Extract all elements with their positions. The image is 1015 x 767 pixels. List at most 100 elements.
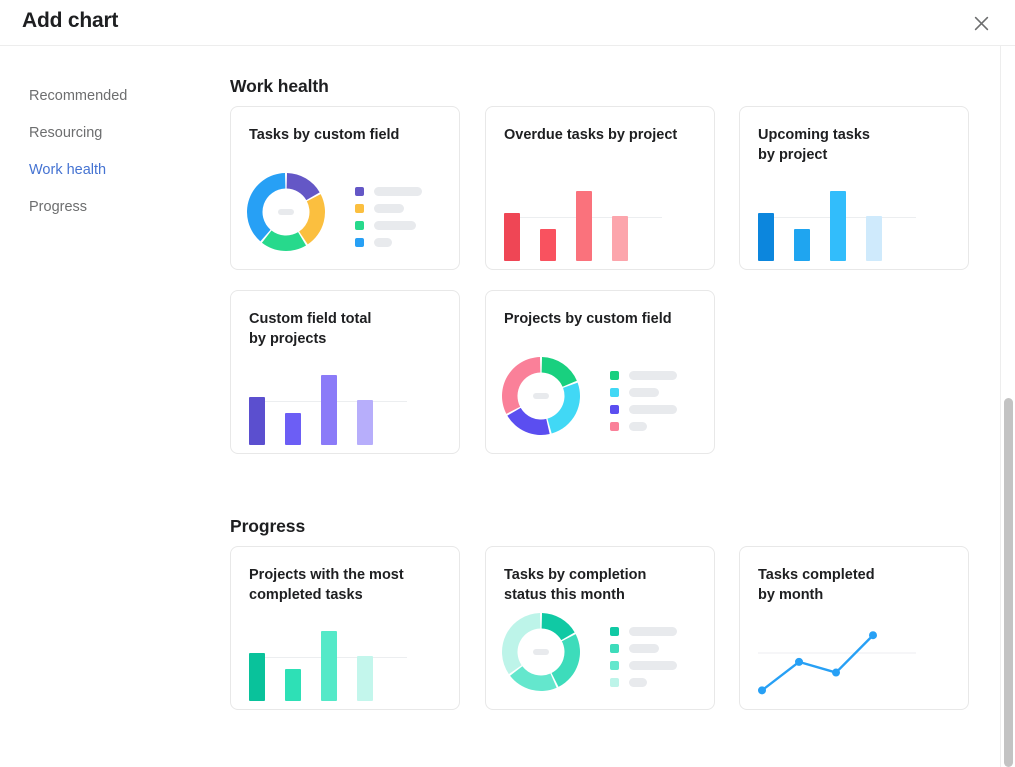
bar-chart	[231, 605, 461, 711]
chart-gallery: Work health Progress Tasks by custom fie…	[210, 46, 997, 767]
bar	[249, 653, 265, 701]
chart-card-projects-by-custom-field[interactable]: Projects by custom field	[485, 290, 715, 454]
legend-item	[610, 678, 677, 687]
chart-legend	[610, 627, 677, 695]
legend-item	[355, 204, 422, 213]
close-button[interactable]	[969, 11, 993, 35]
legend-swatch	[355, 221, 364, 230]
bar	[758, 213, 774, 261]
line-chart	[758, 631, 916, 695]
chart-card-tasks-by-custom-field[interactable]: Tasks by custom field	[230, 106, 460, 270]
legend-swatch	[355, 238, 364, 247]
legend-label-placeholder	[629, 405, 677, 414]
legend-item	[355, 221, 422, 230]
chart-preview	[486, 165, 716, 271]
chart-preview	[740, 605, 970, 711]
bar-chart	[486, 165, 716, 271]
legend-label-placeholder	[629, 388, 659, 397]
chart-preview	[231, 165, 461, 271]
bar	[321, 631, 337, 701]
chart-preview	[740, 165, 970, 271]
legend-label-placeholder	[629, 678, 647, 687]
legend-label-placeholder	[374, 187, 422, 196]
sidebar: Recommended Resourcing Work health Progress	[0, 46, 210, 226]
bar	[321, 375, 337, 445]
legend-swatch	[610, 644, 619, 653]
legend-swatch	[355, 204, 364, 213]
chart-card-title: Custom field total by projects	[249, 311, 372, 347]
bar	[285, 413, 301, 445]
add-chart-dialog: Add chart Recommended Resourcing Work heal…	[0, 0, 1015, 767]
sidebar-item-recommended[interactable]: Recommended	[0, 78, 210, 115]
legend-item	[610, 661, 677, 670]
legend-item	[355, 238, 422, 247]
chart-card-title: Projects by custom field	[504, 311, 672, 327]
bar-chart	[740, 165, 970, 271]
bar	[576, 191, 592, 261]
bar	[830, 191, 846, 261]
legend-item	[610, 405, 677, 414]
chart-card-title: Upcoming tasks by project	[758, 127, 870, 163]
legend-label-placeholder	[629, 644, 659, 653]
dialog-header: Add chart	[0, 0, 1015, 46]
bar	[357, 656, 373, 701]
legend-label-placeholder	[374, 204, 404, 213]
bar	[612, 216, 628, 261]
chart-card-title: Tasks completed by month	[758, 567, 875, 603]
legend-swatch	[610, 405, 619, 414]
legend-swatch	[610, 422, 619, 431]
chart-card-title: Tasks by custom field	[249, 127, 400, 143]
sidebar-item-progress[interactable]: Progress	[0, 189, 210, 226]
bar	[866, 216, 882, 261]
chart-card-title: Tasks by completion status this month	[504, 567, 647, 603]
chart-preview	[486, 605, 716, 711]
legend-swatch	[610, 678, 619, 687]
legend-item	[610, 644, 677, 653]
legend-item	[610, 422, 677, 431]
bar-chart	[231, 349, 461, 455]
bar	[794, 229, 810, 261]
legend-label-placeholder	[374, 238, 392, 247]
bar	[249, 397, 265, 445]
legend-swatch	[610, 371, 619, 380]
section-heading-progress: Progress	[230, 516, 306, 536]
chart-card-custom-field-total-by-projects[interactable]: Custom field total by projects	[230, 290, 460, 454]
legend-label-placeholder	[629, 661, 677, 670]
legend-swatch	[355, 187, 364, 196]
legend-swatch	[610, 661, 619, 670]
legend-item	[610, 371, 677, 380]
chart-legend	[355, 187, 422, 255]
legend-item	[610, 388, 677, 397]
legend-item	[355, 187, 422, 196]
scrollbar-track[interactable]	[1000, 46, 1015, 767]
sidebar-item-resourcing[interactable]: Resourcing	[0, 115, 210, 152]
legend-swatch	[610, 388, 619, 397]
donut-chart	[500, 355, 582, 442]
donut-chart	[245, 171, 327, 258]
bar	[540, 229, 556, 261]
chart-preview	[231, 605, 461, 711]
chart-card-title: Overdue tasks by project	[504, 127, 678, 143]
legend-label-placeholder	[629, 422, 647, 431]
close-icon	[974, 16, 989, 31]
chart-card-tasks-completed-by-month[interactable]: Tasks completed by month	[739, 546, 969, 710]
legend-label-placeholder	[629, 371, 677, 380]
donut-chart	[500, 611, 582, 698]
chart-card-tasks-by-completion-status-this-month[interactable]: Tasks by completion status this month	[485, 546, 715, 710]
sidebar-item-work-health[interactable]: Work health	[0, 152, 210, 189]
scrollbar-thumb[interactable]	[1004, 398, 1013, 767]
chart-card-projects-with-most-completed-tasks[interactable]: Projects with the most completed tasks	[230, 546, 460, 710]
bar	[285, 669, 301, 701]
bar	[504, 213, 520, 261]
chart-preview	[231, 349, 461, 455]
legend-label-placeholder	[374, 221, 416, 230]
section-heading-work-health: Work health	[230, 76, 329, 96]
bar	[357, 400, 373, 445]
legend-swatch	[610, 627, 619, 636]
legend-item	[610, 627, 677, 636]
chart-card-upcoming-tasks-by-project[interactable]: Upcoming tasks by project	[739, 106, 969, 270]
chart-card-overdue-tasks-by-project[interactable]: Overdue tasks by project	[485, 106, 715, 270]
chart-preview	[486, 349, 716, 455]
chart-card-title: Projects with the most completed tasks	[249, 567, 404, 603]
page-title: Add chart	[22, 9, 119, 32]
